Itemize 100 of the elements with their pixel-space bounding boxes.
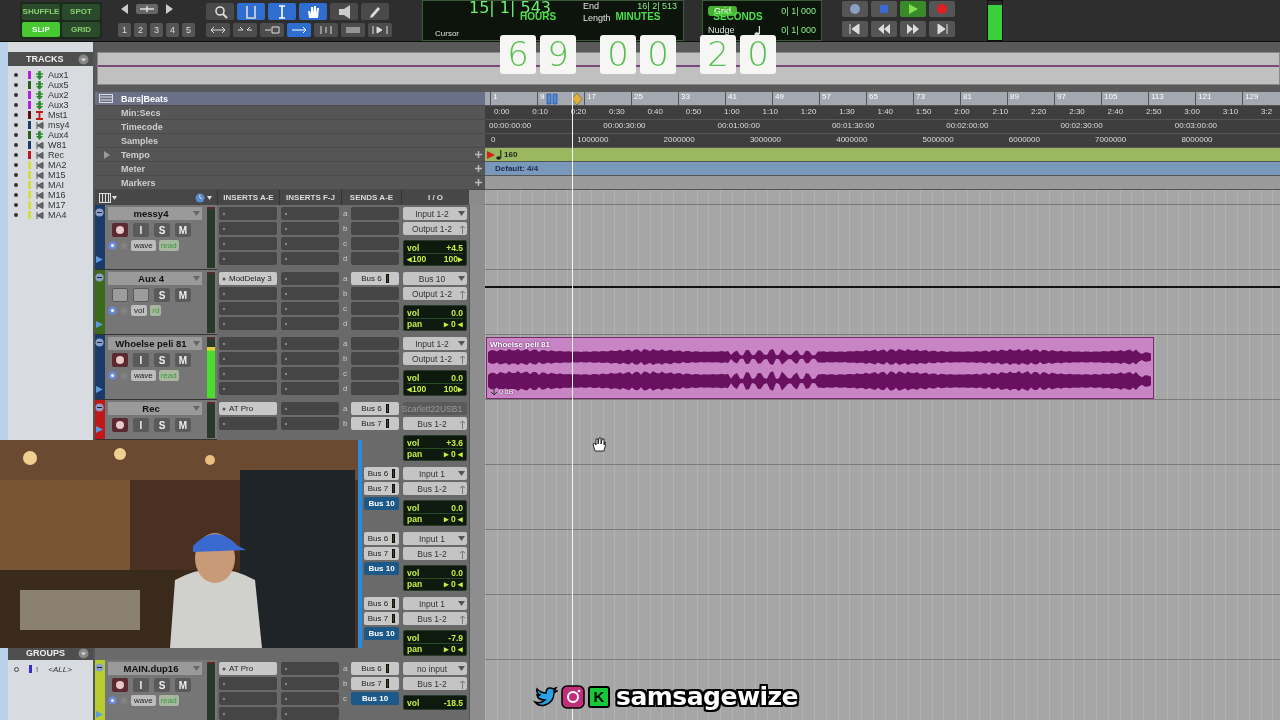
view-selector[interactable]: wave bbox=[131, 240, 156, 251]
visibility-dot[interactable] bbox=[14, 83, 18, 87]
input-selector[interactable]: Input 1 bbox=[403, 597, 467, 610]
tool-button[interactable] bbox=[260, 23, 284, 37]
dropdown-arrow-icon[interactable] bbox=[193, 341, 200, 346]
input-selector[interactable]: Input 1 bbox=[403, 467, 467, 480]
tempo-marker-icon[interactable] bbox=[487, 150, 495, 159]
output-selector[interactable]: Bus 1-2 bbox=[403, 677, 467, 690]
column-header[interactable]: SENDS A-E bbox=[341, 190, 401, 205]
tool-button[interactable] bbox=[314, 23, 338, 37]
expand-arrow-icon[interactable] bbox=[96, 321, 103, 328]
visibility-dot[interactable] bbox=[14, 213, 18, 217]
track-list-item[interactable]: MA2 bbox=[48, 160, 67, 170]
visibility-dot[interactable] bbox=[14, 133, 18, 137]
send-button[interactable]: Bus 6 bbox=[364, 597, 399, 610]
tool-button[interactable] bbox=[368, 23, 392, 37]
track-list-item[interactable]: msy4 bbox=[48, 120, 70, 130]
collapse-icon[interactable] bbox=[95, 403, 104, 412]
output-selector[interactable]: Bus 1-2 bbox=[403, 417, 467, 430]
visibility-dot[interactable] bbox=[14, 73, 18, 77]
solo-button[interactable]: S bbox=[154, 223, 170, 237]
edit-mode-button[interactable]: SPOT bbox=[62, 4, 100, 20]
record-button[interactable] bbox=[112, 223, 128, 237]
group-item[interactable]: <ALL> bbox=[48, 664, 72, 674]
track-list-item[interactable]: M15 bbox=[48, 170, 66, 180]
zoom-preset-button[interactable]: 4 bbox=[166, 23, 179, 37]
output-selector[interactable]: Output 1-2 bbox=[403, 222, 467, 235]
expand-arrow-icon[interactable] bbox=[96, 426, 103, 433]
expand-arrow-icon[interactable] bbox=[103, 151, 111, 159]
zoom-buttons-icon[interactable] bbox=[135, 3, 159, 15]
input-button[interactable]: I bbox=[133, 223, 149, 237]
visibility-dot[interactable] bbox=[14, 203, 18, 207]
visibility-dot[interactable] bbox=[14, 183, 18, 187]
visibility-dot[interactable] bbox=[14, 153, 18, 157]
input-button[interactable]: I bbox=[133, 678, 149, 692]
edit-mode-button[interactable]: GRID bbox=[62, 21, 100, 37]
timebase-icon[interactable] bbox=[108, 371, 117, 380]
mute-button[interactable]: M bbox=[175, 288, 191, 302]
add-icon[interactable] bbox=[475, 165, 482, 172]
mute-button[interactable]: M bbox=[175, 418, 191, 432]
track-list-item[interactable]: M17 bbox=[48, 200, 66, 210]
visibility-dot[interactable] bbox=[14, 173, 18, 177]
zoom-preset-button[interactable]: 3 bbox=[150, 23, 163, 37]
send-button[interactable]: Bus 6 bbox=[364, 467, 399, 480]
input-button[interactable]: I bbox=[133, 418, 149, 432]
solo-button[interactable]: S bbox=[154, 288, 170, 302]
visibility-dot[interactable] bbox=[14, 163, 18, 167]
add-icon[interactable] bbox=[475, 151, 482, 158]
send-button[interactable]: Bus 7 bbox=[351, 417, 399, 430]
clock-icon[interactable] bbox=[195, 192, 213, 203]
edit-mode-button[interactable]: SHUFFLE bbox=[22, 4, 60, 20]
send-button[interactable]: Bus 10 bbox=[364, 497, 399, 510]
send-button[interactable]: Bus 10 bbox=[364, 627, 399, 640]
dropdown-arrow-icon[interactable] bbox=[193, 211, 200, 216]
track-list-item[interactable]: Aux2 bbox=[48, 90, 69, 100]
tool-button[interactable] bbox=[341, 23, 365, 37]
dropdown-icon[interactable] bbox=[78, 647, 89, 659]
track-name-field[interactable]: messy4 bbox=[108, 207, 202, 220]
input-button[interactable]: I bbox=[133, 353, 149, 367]
solo-button[interactable]: S bbox=[154, 353, 170, 367]
track-list-item[interactable]: Mst1 bbox=[48, 110, 68, 120]
input-selector[interactable]: Input 1 bbox=[403, 532, 467, 545]
column-header[interactable]: I / O bbox=[401, 190, 469, 205]
timebase-icon[interactable] bbox=[108, 241, 117, 250]
view-selector[interactable]: vol bbox=[131, 305, 148, 316]
selection-end-icon[interactable] bbox=[571, 93, 583, 105]
insert-slot[interactable]: AT Pro bbox=[219, 402, 277, 415]
track-name-field[interactable]: Aux 4 bbox=[108, 272, 202, 285]
send-button[interactable]: Bus 6 bbox=[351, 272, 399, 285]
track-list-item[interactable]: Aux4 bbox=[48, 130, 69, 140]
visibility-dot[interactable] bbox=[14, 93, 18, 97]
transport-button[interactable] bbox=[900, 21, 926, 37]
visibility-dot[interactable] bbox=[14, 123, 18, 127]
track-list-item[interactable]: M16 bbox=[48, 190, 66, 200]
expand-arrow-icon[interactable] bbox=[96, 711, 103, 718]
view-selector[interactable]: wave bbox=[131, 370, 156, 381]
transport-button[interactable] bbox=[900, 1, 926, 17]
expand-arrow-icon[interactable] bbox=[96, 386, 103, 393]
ruler-label[interactable]: Min:Secs bbox=[95, 106, 485, 120]
column-header[interactable]: INSERTS A-E bbox=[217, 190, 279, 205]
insert-slot[interactable]: ModDelay 3 bbox=[219, 272, 277, 285]
track-name-field[interactable]: Rec bbox=[108, 402, 202, 415]
expand-arrow-icon[interactable] bbox=[96, 256, 103, 263]
track-list-item[interactable]: MA4 bbox=[48, 210, 67, 220]
send-button[interactable]: Bus 7 bbox=[364, 612, 399, 625]
zoom-preset-button[interactable]: 1 bbox=[118, 23, 131, 37]
transport-button[interactable] bbox=[871, 21, 897, 37]
zoom-preset-button[interactable]: 2 bbox=[134, 23, 147, 37]
visibility-dot[interactable] bbox=[14, 103, 18, 107]
tool-button[interactable] bbox=[361, 3, 389, 20]
ruler-label[interactable]: Tempo bbox=[95, 148, 485, 162]
dropdown-arrow-icon[interactable] bbox=[193, 406, 200, 411]
view-selector[interactable]: wave bbox=[131, 695, 156, 706]
record-button[interactable] bbox=[112, 678, 128, 692]
track-list-item[interactable]: Aux5 bbox=[48, 80, 69, 90]
input-selector[interactable]: Bus 10 bbox=[403, 272, 467, 285]
solo-button[interactable]: S bbox=[154, 418, 170, 432]
track-name-field[interactable]: Whoelse peli 81 bbox=[108, 337, 202, 350]
collapse-icon[interactable] bbox=[95, 663, 104, 672]
send-button[interactable]: Bus 6 bbox=[351, 402, 399, 415]
